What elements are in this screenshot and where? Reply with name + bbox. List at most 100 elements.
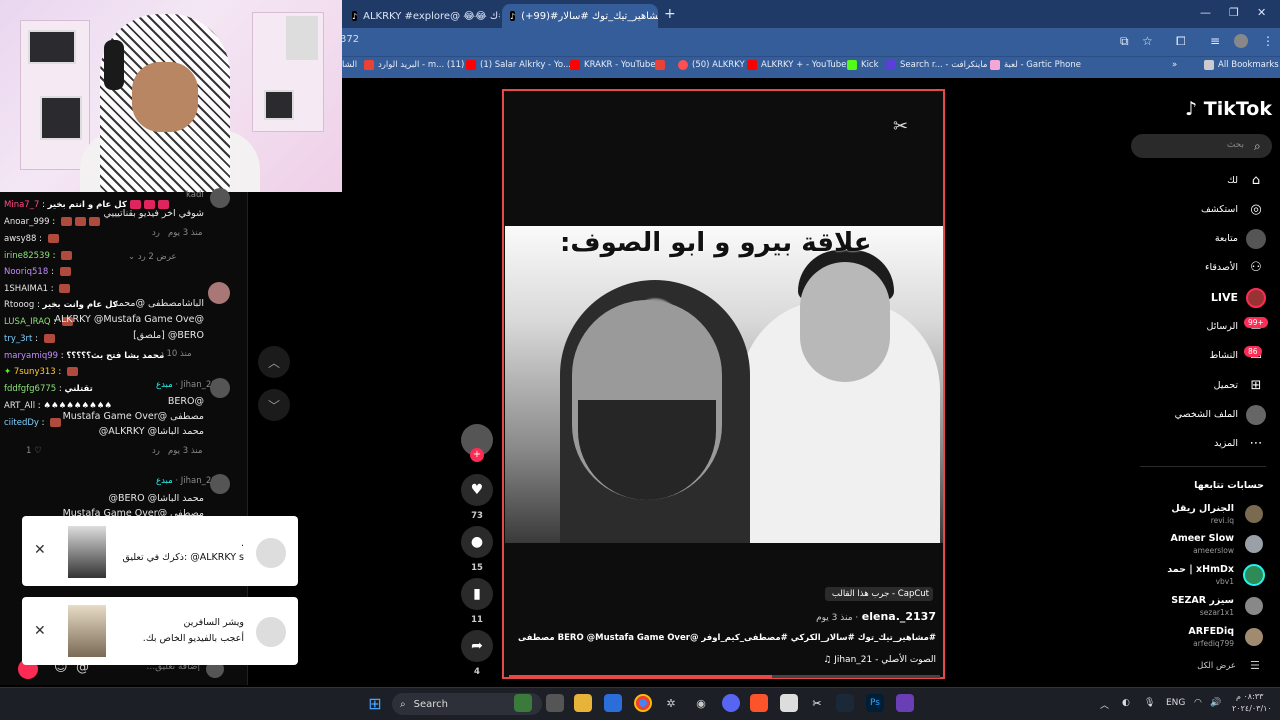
view-replies-link[interactable]: ⌄ عرض 2 رد — [128, 252, 177, 262]
comment-username[interactable]: مبدع · Jihan_21 — [156, 476, 217, 486]
notification-mention[interactable]: ✕ ALKRKY s@ :ذكرك في تعليق . — [22, 516, 298, 586]
following-avatar[interactable] — [1245, 535, 1263, 553]
new-tab-button[interactable]: + — [664, 6, 676, 22]
volume-icon[interactable]: 🔊 — [1210, 698, 1221, 708]
extensions-icon[interactable]: ⧠ — [1176, 34, 1186, 49]
save-button[interactable]: ▮ — [461, 578, 493, 610]
following-icon[interactable] — [1246, 229, 1266, 249]
nav-following[interactable]: متابعة — [1160, 233, 1238, 244]
nav-explore[interactable]: استكشف — [1160, 204, 1238, 215]
next-video-button[interactable]: ﹀ — [258, 389, 290, 421]
like-button[interactable]: ♥ — [461, 474, 493, 506]
like-count[interactable]: 1 ♡ — [26, 446, 42, 456]
app-icon[interactable]: ✲ — [662, 694, 680, 712]
search-icon[interactable]: ⌕ — [1254, 139, 1261, 154]
bookmarks-overflow-button[interactable]: » — [1172, 60, 1177, 70]
friends-icon[interactable]: ⚇ — [1248, 259, 1264, 275]
bookmark-reddit[interactable]: (50) ALKRKY — [678, 60, 745, 70]
tray-app-icon[interactable]: ◐ — [1122, 698, 1130, 708]
bookmark-star-icon[interactable]: ☆ — [1142, 34, 1153, 48]
bookmark-fragment[interactable]: الشا — [342, 60, 357, 70]
upload-icon[interactable]: ⊞ — [1248, 377, 1264, 393]
close-icon[interactable]: ✕ — [34, 542, 46, 558]
clock-time[interactable]: ٠٨:٣٣ م — [1236, 692, 1263, 701]
video-sound[interactable]: الصوت الأصلي - Jihan_21 ♫ — [700, 655, 936, 665]
see-all-link[interactable]: عرض الكل — [1160, 661, 1236, 671]
chrome-icon[interactable] — [634, 694, 652, 712]
following-name[interactable]: SEZAR سيزر — [1140, 595, 1234, 606]
app-icon[interactable] — [780, 694, 798, 712]
app-icon[interactable] — [896, 694, 914, 712]
following-avatar[interactable] — [1245, 505, 1263, 523]
bookmark-youtube[interactable]: KRAKR - YouTube — [570, 60, 655, 70]
language-indicator[interactable]: ENG — [1166, 698, 1185, 708]
nav-friends[interactable]: الأصدقاء — [1160, 262, 1238, 273]
following-name[interactable]: ARFEDiq — [1140, 626, 1234, 637]
bookmark-gmail[interactable]: البريد الوارد - m... (11) — [364, 60, 464, 70]
nav-live[interactable]: LIVE — [1160, 291, 1238, 304]
capcut-template-tag[interactable]: CapCut - جرب هذا القالب — [825, 587, 933, 601]
bookmark-gartic[interactable]: لعبة - Gartic Phone — [990, 60, 1081, 70]
windows-start-icon[interactable]: ⊞ — [366, 694, 384, 713]
nav-for-you[interactable]: لك — [1160, 175, 1238, 186]
follow-plus-icon[interactable]: + — [470, 448, 484, 462]
task-view-icon[interactable] — [546, 694, 564, 712]
wifi-icon[interactable]: ◠ — [1194, 698, 1202, 708]
steam-icon[interactable] — [836, 694, 854, 712]
reading-list-icon[interactable]: ≡ — [1210, 34, 1220, 48]
bookmark-youtube[interactable]: ALKRKY + - YouTube — [747, 60, 846, 70]
nav-activity[interactable]: النشاط — [1160, 350, 1238, 361]
profile-icon[interactable] — [1246, 405, 1266, 425]
nav-more[interactable]: المزيد — [1160, 438, 1238, 449]
more-icon[interactable]: ⋯ — [1248, 435, 1264, 451]
live-icon[interactable] — [1246, 288, 1266, 308]
capcut-icon[interactable]: ✂ — [808, 694, 826, 712]
widget-icon[interactable] — [514, 694, 532, 712]
bookmark-minecraft[interactable]: Search r... - ماينكرافت — [886, 60, 987, 70]
brave-icon[interactable] — [750, 694, 768, 712]
reply-link[interactable]: رد — [152, 446, 160, 456]
comment-username[interactable]: kadi — [186, 190, 204, 200]
comment-button[interactable]: ● — [461, 526, 493, 558]
url-field[interactable]: 372 — [340, 34, 359, 45]
tiktok-logo[interactable]: ♪ TikTok — [1185, 98, 1272, 120]
following-name[interactable]: الجنرال ريقل — [1140, 503, 1234, 514]
nav-messages[interactable]: الرسائل — [1160, 321, 1238, 332]
photoshop-icon[interactable]: Ps — [866, 694, 884, 712]
comment-avatar[interactable] — [208, 282, 230, 304]
following-avatar[interactable] — [1245, 597, 1263, 615]
previous-video-button[interactable]: ︿ — [258, 346, 290, 378]
comment-username[interactable]: مبدع · Jihan_21 — [156, 380, 217, 390]
bookmark-youtube[interactable]: (1) Salar Alkrky - Yo... — [466, 60, 571, 70]
nav-profile[interactable]: الملف الشخصي — [1150, 409, 1238, 420]
maximize-button[interactable]: ❐ — [1229, 6, 1239, 19]
nav-upload[interactable]: تحميل — [1160, 380, 1238, 391]
following-avatar[interactable] — [1245, 628, 1263, 646]
store-icon[interactable] — [604, 694, 622, 712]
video-author-line[interactable]: elena._2137 · منذ 3 يوم — [760, 610, 936, 623]
close-icon[interactable]: ✕ — [34, 623, 46, 639]
profile-avatar[interactable] — [1234, 34, 1248, 48]
browser-tab[interactable]: ♪ ALKRKY #explore@ 😂😂 ة#ك ✕ — [344, 4, 500, 28]
minimize-button[interactable]: — — [1200, 6, 1211, 19]
bookmark-gmail[interactable] — [655, 60, 665, 70]
bookmark-kick[interactable]: Kick — [847, 60, 879, 70]
browser-tab-active[interactable]: ♪ (+99)#مشاهير_تيك_توك #سالار... ✕ — [502, 4, 658, 28]
comment-avatar[interactable] — [210, 474, 230, 494]
following-name[interactable]: حمد | xHmDx — [1140, 564, 1234, 575]
microphone-icon[interactable]: 🎙 — [1144, 698, 1155, 708]
following-avatar[interactable] — [1243, 564, 1265, 586]
following-name[interactable]: Ameer Slow — [1140, 533, 1234, 544]
notification-like[interactable]: ✕ ويشر السافرين أعجب بالفيديو الخاص بك. — [22, 597, 298, 665]
comment-avatar[interactable] — [210, 378, 230, 398]
discord-icon[interactable] — [722, 694, 740, 712]
all-bookmarks-button[interactable]: All Bookmarks — [1204, 60, 1279, 70]
close-window-button[interactable]: ✕ — [1257, 6, 1266, 19]
clock-date[interactable]: ٢٠٢٤/٠٣/١٠ — [1232, 704, 1272, 713]
menu-kebab-icon[interactable]: ⋮ — [1262, 34, 1274, 48]
cast-icon[interactable]: ⧉ — [1120, 34, 1129, 49]
tray-overflow-icon[interactable]: ︿ — [1100, 698, 1109, 711]
share-button[interactable]: ➦ — [461, 630, 493, 662]
compass-icon[interactable]: ◎ — [1248, 201, 1264, 217]
reply-link[interactable]: رد — [152, 228, 160, 238]
